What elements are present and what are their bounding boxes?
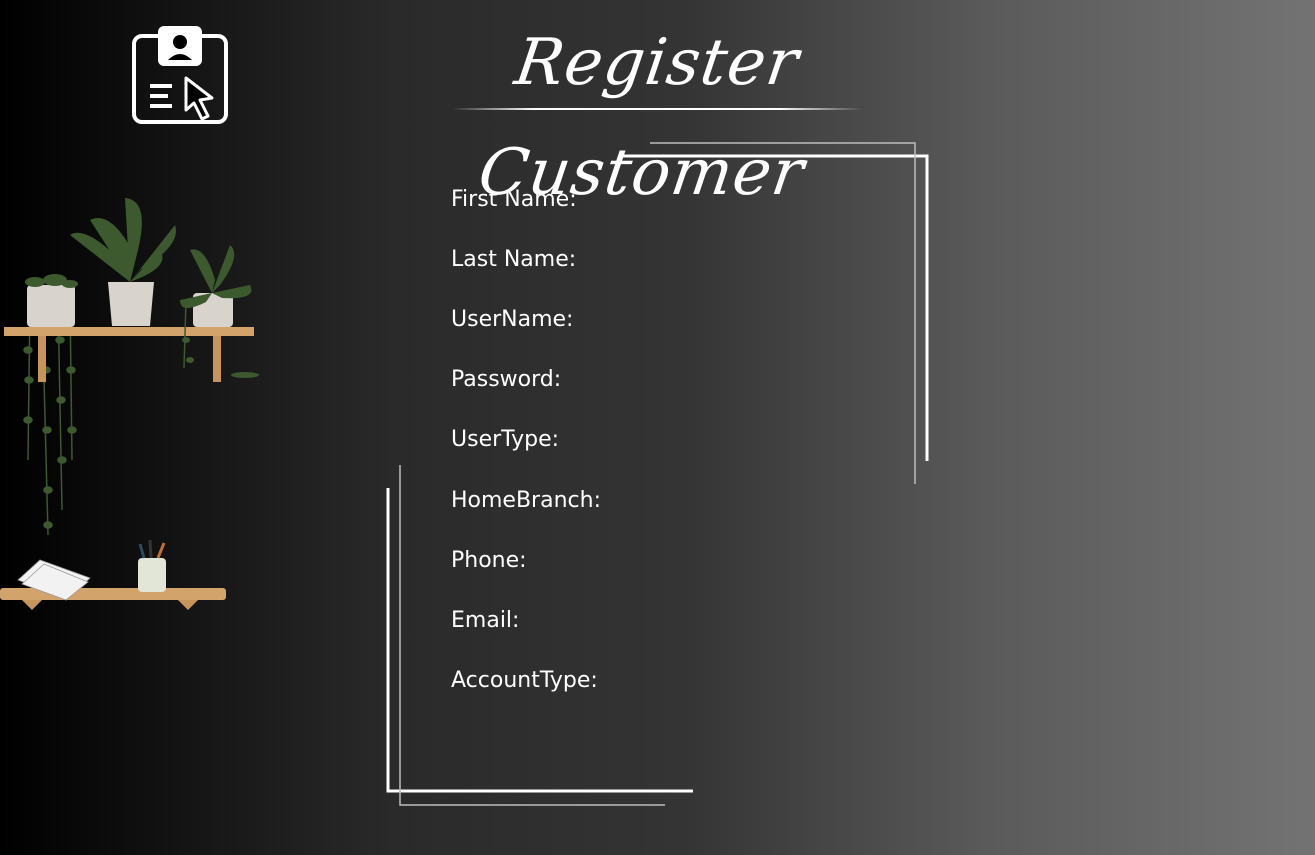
homebranch-label: HomeBranch: xyxy=(451,488,601,513)
email-input[interactable] xyxy=(650,607,904,637)
usertype-label: UserType: xyxy=(451,427,560,452)
title-underline xyxy=(452,108,862,110)
username-input[interactable] xyxy=(650,306,904,336)
password-label: Password: xyxy=(451,367,562,392)
usertype-input[interactable] xyxy=(650,426,904,456)
phone-input[interactable] xyxy=(650,547,904,577)
plant-shelf-illustration xyxy=(4,198,259,536)
homebranch-input[interactable] xyxy=(650,487,904,517)
first-name-input[interactable] xyxy=(650,186,904,216)
username-label: UserName: xyxy=(451,307,574,332)
last-name-input[interactable] xyxy=(650,246,904,276)
page-title: Register Customer xyxy=(474,26,809,210)
password-input[interactable] xyxy=(650,366,904,396)
last-name-label: Last Name: xyxy=(451,247,577,272)
desk-shelf-illustration xyxy=(0,539,226,610)
email-label: Email: xyxy=(451,608,520,633)
accounttype-label: AccountType: xyxy=(451,668,598,693)
phone-label: Phone: xyxy=(451,548,527,573)
accounttype-input[interactable] xyxy=(650,667,904,697)
first-name-label: First Name: xyxy=(451,187,577,212)
register-user-icon xyxy=(132,26,228,124)
